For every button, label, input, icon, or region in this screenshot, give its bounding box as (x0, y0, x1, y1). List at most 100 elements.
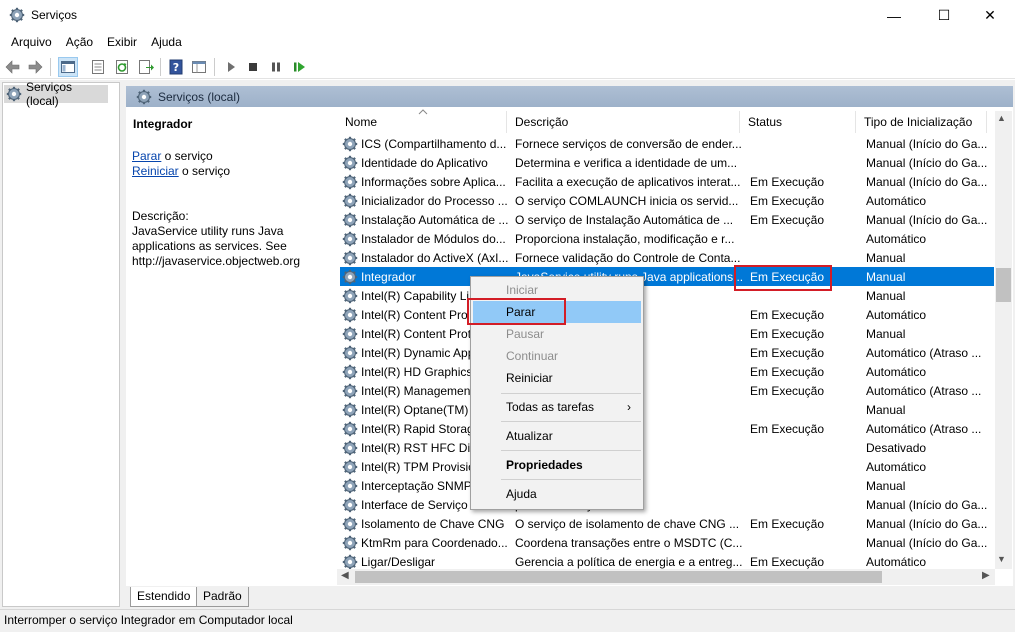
description-line-1: JavaService utility runs Java (132, 224, 284, 238)
stop-service-link[interactable]: Parar (132, 149, 161, 163)
table-row[interactable]: Intel(R) TPM Provisio Automático (340, 457, 994, 476)
table-row[interactable]: Instalador de Módulos do... Proporciona i… (340, 229, 994, 248)
vertical-scrollbar-thumb[interactable] (996, 268, 1011, 302)
console-tree-icon[interactable] (58, 57, 78, 77)
service-description: Fornece validação do Controle de Conta..… (515, 250, 741, 265)
service-startup-type: Manual (Início do Ga... (866, 516, 988, 531)
close-button[interactable]: ✕ (967, 0, 1013, 31)
menu-item-refresh[interactable]: Atualizar (473, 425, 641, 447)
menu-item-properties[interactable]: Propriedades (473, 454, 641, 476)
service-name-cell: KtmRm para Coordenado... (340, 535, 514, 551)
menu-ajuda[interactable]: Ajuda (144, 32, 189, 53)
table-row[interactable]: Intel(R) Managementd Security Appli...Em… (340, 381, 994, 400)
view-icon[interactable] (189, 57, 209, 77)
service-name-cell: Informações sobre Aplica... (340, 174, 514, 190)
services-app-icon (9, 7, 25, 23)
table-row[interactable]: Intel(R) RST HFC Disaing in Intel(R) RS.… (340, 438, 994, 457)
table-row[interactable]: Intel(R) Capability Li Manual (340, 286, 994, 305)
table-row[interactable]: Informações sobre Aplica... Facilita a ex… (340, 172, 994, 191)
table-row[interactable]: Inicializador do Processo ... O serviço C… (340, 191, 994, 210)
service-status: Em Execução (750, 516, 825, 531)
restart-service-link[interactable]: Reiniciar (132, 164, 179, 178)
scroll-down-icon[interactable]: ▼ (997, 554, 1006, 564)
menu-separator (501, 450, 641, 451)
column-header-startup-type[interactable]: Tipo de Inicialização (856, 111, 987, 133)
table-row[interactable]: KtmRm para Coordenado... Coordena transaç… (340, 533, 994, 552)
title-bar (0, 0, 1015, 32)
scroll-up-icon[interactable]: ▲ (997, 113, 1006, 123)
service-gear-icon (342, 516, 358, 532)
start-icon[interactable] (221, 57, 241, 77)
table-row[interactable]: Intel(R) Dynamic Appation Loader Ho...Em… (340, 343, 994, 362)
table-row[interactable]: Intel(R) Rapid Storagotification and ...… (340, 419, 994, 438)
back-icon[interactable] (3, 57, 23, 77)
service-description: O serviço COMLAUNCH inicia os servid... (515, 193, 739, 208)
svg-text:?: ? (173, 61, 179, 74)
restart-service-line: Reiniciar o serviço (132, 164, 230, 178)
menu-exibir[interactable]: Exibir (100, 32, 144, 53)
service-name-cell: Inicializador do Processo ... (340, 193, 514, 209)
table-row[interactable]: Isolamento de Chave CNG O serviço de isol… (340, 514, 994, 533)
service-startup-type: Manual (Início do Ga... (866, 174, 988, 189)
menu-item-all-tasks[interactable]: Todas as tarefas › (473, 396, 641, 418)
tab-standard[interactable]: Padrão (196, 587, 249, 607)
service-startup-type: Automático (866, 364, 927, 379)
restart-icon[interactable] (289, 57, 309, 77)
menu-item-resume[interactable]: Continuar (473, 345, 641, 367)
service-name-cell: Isolamento de Chave CNG (340, 516, 514, 532)
help-icon[interactable]: ? (166, 57, 186, 77)
services-gear-icon (6, 86, 22, 102)
table-row[interactable]: Interface de Serviço dpara o host Hy...M… (340, 495, 994, 514)
extended-description-panel (127, 108, 329, 586)
stop-service-line: Parar o serviço (132, 149, 213, 163)
service-startup-type: Manual (866, 326, 906, 341)
service-description: Determina e verifica a identidade de um.… (515, 155, 738, 170)
service-description: O serviço de isolamento de chave CNG ... (515, 516, 740, 531)
vertical-scrollbar[interactable] (995, 111, 1012, 569)
forward-icon[interactable] (25, 57, 45, 77)
properties-icon[interactable] (88, 57, 108, 77)
service-startup-type: Manual (Início do Ga... (866, 136, 988, 151)
table-row[interactable]: Intel(R) Optane(TM)performance a...Manua… (340, 400, 994, 419)
column-header-description[interactable]: Descrição (507, 111, 740, 133)
table-row[interactable]: Intel(R) HD Graphicsraphics Control ...E… (340, 362, 994, 381)
stop-icon[interactable] (243, 57, 263, 77)
service-name: Inicializador do Processo ... (361, 193, 508, 208)
refresh-icon[interactable] (112, 57, 132, 77)
service-name-cell: Identidade do Aplicativo (340, 155, 514, 171)
window-title: Serviços (31, 8, 78, 22)
table-row[interactable]: Intel(R) Content Proton HECI Service...E… (340, 324, 994, 343)
view-tabs (126, 586, 1013, 608)
panel-header-title: Serviços (local) (158, 89, 241, 104)
horizontal-scrollbar-thumb[interactable] (355, 571, 882, 583)
tab-extended[interactable]: Estendido (130, 587, 198, 607)
service-name: Interface de Serviço d (361, 497, 478, 512)
tree-item-services-local[interactable]: Serviços (local) (4, 80, 108, 108)
menu-separator (501, 479, 641, 480)
service-startup-type: Manual (866, 478, 906, 493)
table-row[interactable]: Instalação Automática de ... O serviço de… (340, 210, 994, 229)
table-row[interactable]: Identidade do Aplicativo Determina e veri… (340, 153, 994, 172)
minimize-button[interactable]: — (871, 0, 917, 31)
column-header-status[interactable]: Status (740, 111, 856, 133)
table-row[interactable]: ICS (Compartilhamento d... Fornece serviç… (340, 134, 994, 153)
service-gear-icon (342, 212, 358, 228)
menu-arquivo[interactable]: Arquivo (4, 32, 59, 53)
pause-icon[interactable] (266, 57, 286, 77)
menu-acao[interactable]: Ação (59, 32, 100, 53)
menu-item-pause[interactable]: Pausar (473, 323, 641, 345)
table-row[interactable]: Instalador do ActiveX (AxI... Fornece val… (340, 248, 994, 267)
service-startup-type: Manual (866, 288, 906, 303)
maximize-button[interactable]: ☐ (921, 0, 967, 31)
export-icon[interactable] (136, 57, 156, 77)
table-row[interactable]: Intel(R) Content Proon HDCP Servic...Em … (340, 305, 994, 324)
scroll-right-icon[interactable]: ▶ (982, 570, 990, 581)
scroll-left-icon[interactable]: ◀ (341, 570, 349, 581)
console-tree (2, 82, 120, 607)
table-row[interactable]: IntegradorJavaService utility runs Java … (340, 267, 994, 286)
service-gear-icon (342, 288, 358, 304)
service-gear-icon (342, 535, 358, 551)
table-row[interactable]: Interceptação SNMPnterceptação ger...Man… (340, 476, 994, 495)
menu-item-help[interactable]: Ajuda (473, 483, 641, 505)
menu-item-restart[interactable]: Reiniciar (473, 367, 641, 389)
